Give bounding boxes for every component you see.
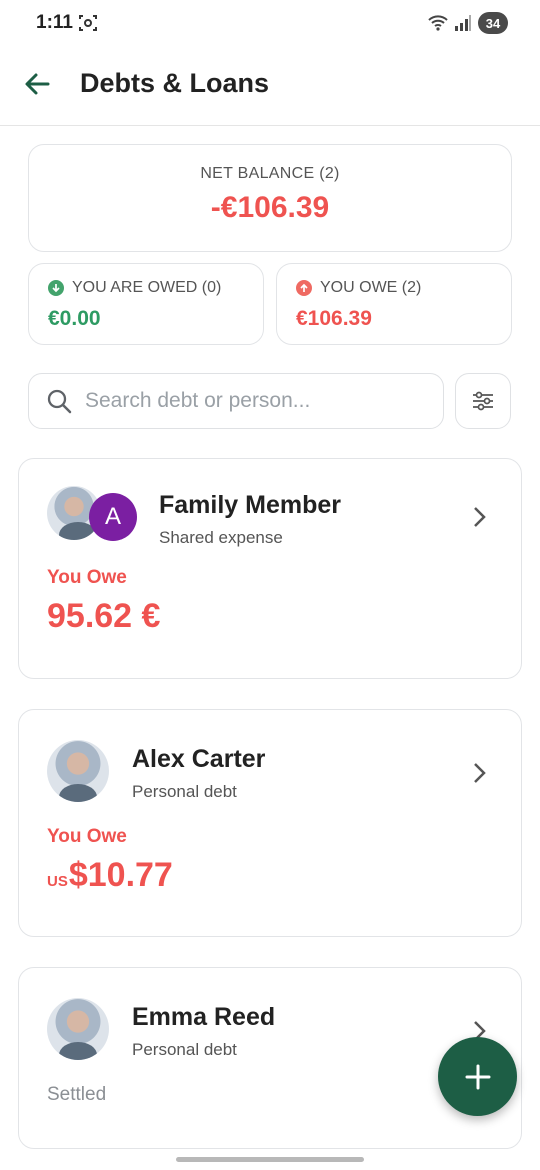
you-owe-value: €106.39	[296, 307, 372, 330]
you-are-owed-card[interactable]: YOU ARE OWED (0) €0.00	[28, 263, 264, 345]
search-input[interactable]	[85, 384, 430, 418]
status-time: 1:11	[36, 12, 73, 33]
person-name: Emma Reed	[132, 1003, 276, 1031]
status-icons: 34	[428, 12, 508, 34]
debt-status: You Owe	[47, 567, 127, 588]
signal-icon	[455, 15, 471, 31]
letter-avatar: A	[89, 493, 137, 541]
chevron-right-icon[interactable]	[473, 762, 487, 784]
sliders-icon	[473, 391, 493, 411]
back-arrow-icon[interactable]	[22, 68, 54, 100]
person-name: Alex Carter	[132, 745, 266, 773]
filter-button[interactable]	[455, 373, 511, 429]
arrow-up-icon	[296, 280, 312, 296]
arrow-down-icon	[48, 280, 64, 296]
page-title: Debts & Loans	[80, 68, 270, 98]
you-owe-label: YOU OWE (2)	[320, 279, 422, 296]
search-box[interactable]	[28, 373, 444, 429]
screenshot-icon	[79, 15, 97, 31]
debt-card-alex-carter[interactable]: Alex Carter Personal debt You Owe US$10.…	[18, 709, 522, 937]
person-name: Family Member	[159, 491, 342, 519]
add-debt-button[interactable]	[438, 1037, 517, 1116]
home-indicator[interactable]	[176, 1157, 364, 1162]
battery-icon: 34	[478, 12, 508, 34]
debt-amount: US$10.77	[47, 856, 173, 895]
net-balance-value: -€106.39	[210, 191, 330, 224]
app-bar: Debts & Loans	[0, 48, 540, 126]
debt-type: Personal debt	[132, 782, 237, 801]
debt-amount-value: $10.77	[68, 856, 173, 894]
wifi-icon	[428, 15, 448, 31]
debt-type: Personal debt	[132, 1040, 237, 1059]
search-icon	[47, 389, 72, 414]
avatar-photo	[47, 998, 109, 1060]
you-owe-card[interactable]: YOU OWE (2) €106.39	[276, 263, 512, 345]
net-balance-label: NET BALANCE (2)	[200, 165, 340, 182]
net-balance-card: NET BALANCE (2) -€106.39	[28, 144, 512, 252]
currency-prefix: US	[47, 873, 68, 890]
debt-type: Shared expense	[159, 528, 283, 547]
avatar-photo	[47, 740, 109, 802]
plus-icon	[465, 1064, 490, 1089]
debt-card-family-member[interactable]: A Family Member Shared expense You Owe 9…	[18, 458, 522, 679]
you-are-owed-label: YOU ARE OWED (0)	[72, 279, 222, 296]
you-are-owed-value: €0.00	[48, 307, 101, 330]
status-bar: 1:11 34	[0, 0, 540, 48]
debt-status: Settled	[47, 1084, 107, 1105]
chevron-right-icon[interactable]	[473, 506, 487, 528]
debt-amount: 95.62 €	[47, 597, 161, 635]
debt-status: You Owe	[47, 826, 127, 847]
